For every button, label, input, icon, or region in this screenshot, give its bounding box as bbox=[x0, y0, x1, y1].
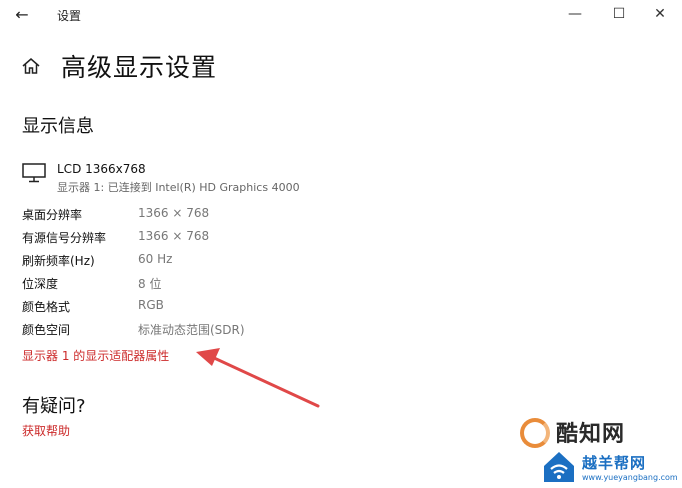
info-label: 位深度 bbox=[22, 277, 59, 291]
info-value: 8 位 bbox=[138, 277, 162, 291]
info-label: 颜色空间 bbox=[22, 323, 71, 337]
info-row-color-space: 颜色空间 标准动态范围(SDR) bbox=[22, 321, 422, 341]
display-name: LCD 1366x768 bbox=[57, 162, 146, 176]
minimize-button[interactable]: — bbox=[560, 2, 590, 26]
info-label: 桌面分辨率 bbox=[22, 208, 83, 222]
back-arrow-icon[interactable]: ← bbox=[10, 4, 34, 26]
window-title: 设置 bbox=[57, 9, 82, 23]
info-row-refresh-rate: 刷新频率(Hz) 60 Hz bbox=[22, 252, 422, 272]
home-icon[interactable] bbox=[21, 56, 41, 76]
info-row-bit-depth: 位深度 8 位 bbox=[22, 275, 422, 295]
watermark-text: 酷知网 bbox=[556, 422, 626, 447]
info-row-color-format: 颜色格式 RGB bbox=[22, 298, 422, 318]
page-title: 高级显示设置 bbox=[61, 53, 218, 82]
info-row-active-signal-resolution: 有源信号分辨率 1366 × 768 bbox=[22, 229, 422, 249]
info-value: 1366 × 768 bbox=[138, 206, 210, 220]
annotation-arrow-icon bbox=[196, 348, 320, 408]
info-value: 60 Hz bbox=[138, 252, 173, 266]
monitor-icon bbox=[22, 163, 46, 183]
info-label: 有源信号分辨率 bbox=[22, 231, 107, 245]
info-value: RGB bbox=[138, 298, 164, 312]
info-value: 1366 × 768 bbox=[138, 229, 210, 243]
info-row-desktop-resolution: 桌面分辨率 1366 × 768 bbox=[22, 206, 422, 226]
watermark-kuzhi: 酷知网 bbox=[520, 414, 650, 448]
maximize-button[interactable]: ☐ bbox=[604, 2, 634, 26]
info-label: 刷新频率(Hz) bbox=[22, 254, 95, 268]
wifi-house-icon bbox=[544, 452, 574, 482]
title-bar: ← 设置 — ☐ ✕ bbox=[0, 0, 682, 30]
info-label: 颜色格式 bbox=[22, 300, 71, 314]
display-adapter-properties-link[interactable]: 显示器 1 的显示适配器属性 bbox=[22, 347, 169, 364]
watermark-logo-icon bbox=[520, 418, 550, 448]
watermark-yueyangbang: 越羊帮网 www.yueyangbang.com bbox=[540, 448, 682, 488]
watermark-text: 越羊帮网 bbox=[582, 454, 647, 472]
section-title-questions: 有疑问? bbox=[22, 396, 86, 417]
get-help-link[interactable]: 获取帮助 bbox=[22, 422, 70, 439]
watermark-url: www.yueyangbang.com bbox=[582, 473, 678, 482]
info-value: 标准动态范围(SDR) bbox=[138, 323, 245, 337]
display-description: 显示器 1: 已连接到 Intel(R) HD Graphics 4000 bbox=[57, 181, 300, 194]
close-button[interactable]: ✕ bbox=[645, 2, 675, 26]
section-title-display-info: 显示信息 bbox=[22, 116, 94, 137]
